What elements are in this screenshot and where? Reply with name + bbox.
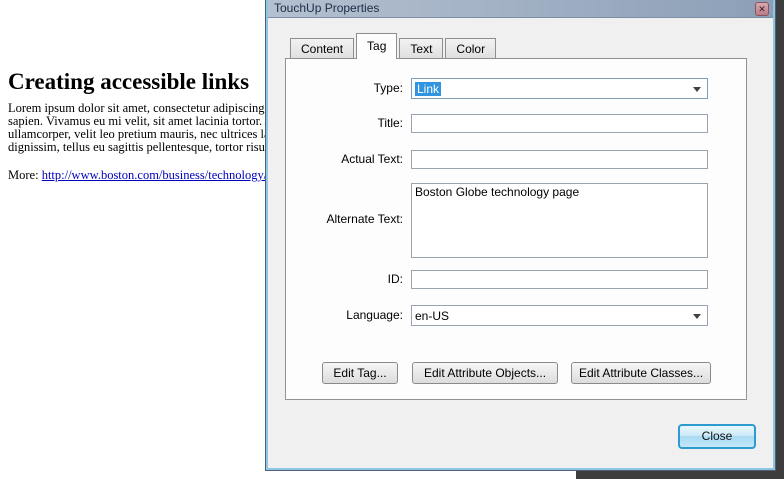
title-field[interactable] xyxy=(411,114,708,133)
chevron-down-icon[interactable] xyxy=(693,314,701,319)
edit-tag-button[interactable]: Edit Tag... xyxy=(322,362,398,384)
close-button[interactable]: Close xyxy=(678,424,756,449)
type-label: Type: xyxy=(286,81,403,95)
tab-content[interactable]: Content xyxy=(290,38,354,59)
actual-text-field[interactable] xyxy=(411,150,708,169)
document-more-line: More: http://www.boston.com/business/tec… xyxy=(8,168,267,183)
more-label: More: xyxy=(8,168,42,182)
language-selected-value: en-US xyxy=(415,309,449,323)
id-label: ID: xyxy=(286,272,403,286)
title-label: Title: xyxy=(286,116,403,130)
tab-color[interactable]: Color xyxy=(445,38,496,59)
close-icon[interactable]: ✕ xyxy=(755,2,769,16)
document-heading: Creating accessible links xyxy=(8,69,249,95)
tab-bar: Content Tag Text Color xyxy=(290,33,498,59)
document-paragraph: Lorem ipsum dolor sit amet, consectetur … xyxy=(8,102,274,154)
id-field[interactable] xyxy=(411,270,708,289)
edit-attribute-objects-button[interactable]: Edit Attribute Objects... xyxy=(412,362,558,384)
language-combobox[interactable]: en-US xyxy=(411,305,708,326)
document-hyperlink[interactable]: http://www.boston.com/business/technolog… xyxy=(42,168,268,182)
paragraph-line: dignissim, tellus eu sagittis pellentesq… xyxy=(8,141,274,154)
dialog-title: TouchUp Properties xyxy=(274,1,379,15)
language-label: Language: xyxy=(286,308,403,322)
tab-text[interactable]: Text xyxy=(399,38,443,59)
edit-attribute-classes-button[interactable]: Edit Attribute Classes... xyxy=(571,362,711,384)
chevron-down-icon[interactable] xyxy=(693,87,701,92)
touchup-properties-dialog: TouchUp Properties ✕ Content Tag Text Co… xyxy=(266,0,775,470)
dialog-titlebar[interactable]: TouchUp Properties ✕ xyxy=(268,0,773,18)
actual-text-label: Actual Text: xyxy=(286,152,403,166)
tab-tag[interactable]: Tag xyxy=(356,33,397,59)
alternate-text-label: Alternate Text: xyxy=(286,212,403,226)
alternate-text-field[interactable]: Boston Globe technology page xyxy=(411,183,708,258)
tag-tab-panel: Type: Link Title: Actual Text: Alternate… xyxy=(285,58,747,400)
type-selected-value: Link xyxy=(415,82,441,96)
type-combobox[interactable]: Link xyxy=(411,78,708,99)
